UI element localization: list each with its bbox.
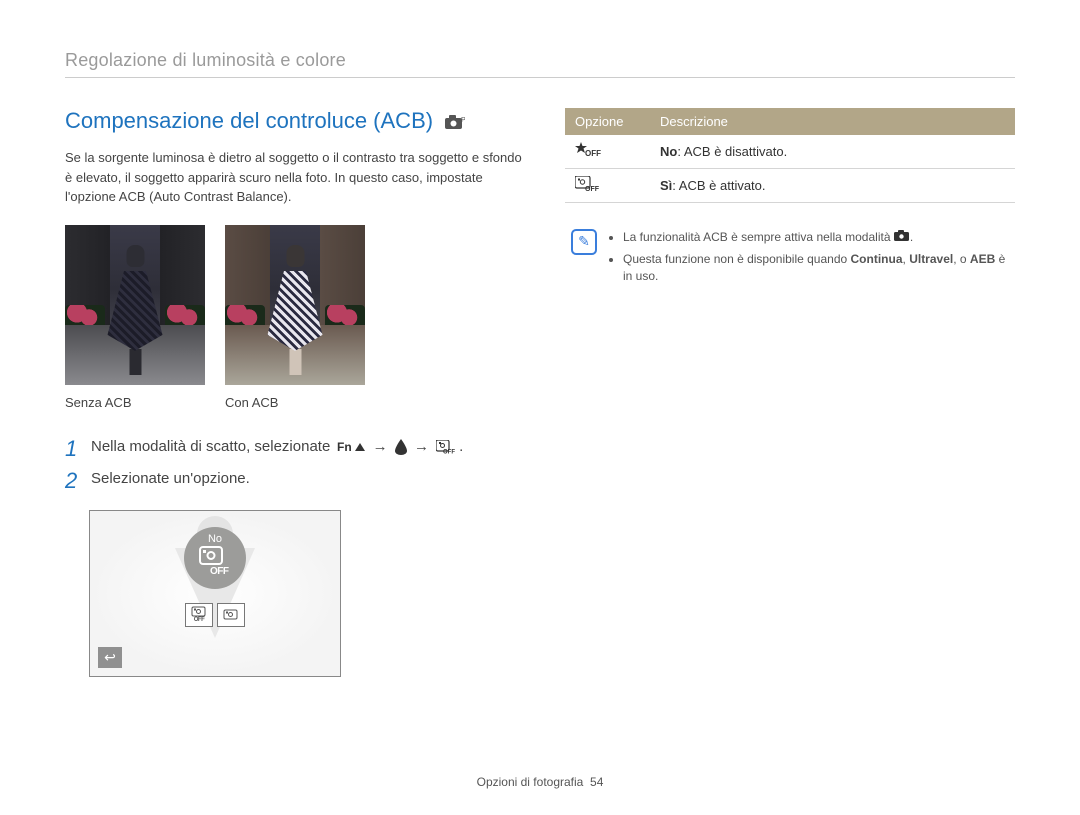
badge-label: No — [184, 533, 246, 545]
step-2-text: Selezionate un'opzione. — [91, 470, 250, 487]
note-1-pre: La funzionalità ACB è sempre attiva nell… — [623, 230, 894, 244]
cell-text: : ACB è disattivato. — [677, 144, 787, 159]
page-title: Compensazione del controluce (ACB) P — [65, 108, 525, 135]
note-2-b3: AEB — [970, 252, 995, 266]
step-number: 1 — [65, 438, 79, 460]
step-number: 2 — [65, 470, 79, 492]
caption-with-acb: Con ACB — [225, 395, 365, 410]
star-off-icon: OFF — [575, 142, 601, 161]
chiclet-off-label: OFF — [194, 617, 205, 623]
photo-without-acb — [65, 225, 205, 385]
steps-list: 1 Nella modalità di scatto, selezionate … — [65, 438, 525, 492]
svg-text:OFF: OFF — [210, 566, 229, 575]
heading-text: Compensazione del controluce (ACB) — [65, 108, 433, 133]
intro-text: Se la sorgente luminosa è dietro al sogg… — [65, 148, 525, 207]
option-chiclets: OFF — [185, 603, 245, 627]
note-box: ✎ La funzionalità ACB è sempre attiva ne… — [565, 229, 1015, 289]
table-row: OFF No: ACB è disattivato. — [565, 135, 1015, 169]
note-1-post: . — [910, 230, 913, 244]
drop-icon — [392, 438, 410, 455]
chiclet-off[interactable]: OFF — [185, 603, 213, 627]
svg-text:Fn: Fn — [337, 440, 352, 454]
note-2-b1: Continua — [851, 252, 903, 266]
running-head: Regolazione di luminosità e colore — [65, 50, 1015, 78]
svg-text:OFF: OFF — [443, 450, 455, 455]
fn-up-icon: Fn — [334, 438, 368, 455]
camera-screen-preview: No OFF OFF — [89, 510, 341, 677]
chiclet-on[interactable] — [217, 603, 245, 627]
cell-text: : ACB è attivato. — [672, 178, 765, 193]
note-2-pre: Questa funzione non è disponibile quando — [623, 252, 851, 266]
footer-section: Opzioni di fotografia — [477, 775, 584, 789]
caption-without-acb: Senza ACB — [65, 395, 205, 410]
options-table: Opzione Descrizione OFF No: ACB è disatt… — [565, 108, 1015, 203]
camera-mode-p-icon: P — [445, 109, 465, 135]
step-1-text-prefix: Nella modalità di scatto, selezionate — [91, 438, 334, 455]
left-column: Compensazione del controluce (ACB) P Se … — [65, 108, 525, 677]
step-2: 2 Selezionate un'opzione. — [65, 470, 525, 492]
svg-text:P: P — [461, 117, 465, 124]
example-photos: Senza ACB Con ACB — [65, 225, 525, 410]
cell-bold: Sì — [660, 178, 672, 193]
footer-page-number: 54 — [590, 775, 603, 789]
note-bullet-2: Questa funzione non è disponibile quando… — [623, 251, 1009, 286]
note-2-b2: Ultravel — [909, 252, 953, 266]
cell-bold: No — [660, 144, 677, 159]
right-column: Opzione Descrizione OFF No: ACB è disatt… — [565, 108, 1015, 677]
note-bullet-1: La funzionalità ACB è sempre attiva nell… — [623, 229, 1009, 247]
step-1-text-suffix: . — [459, 438, 463, 455]
acb-off-icon: OFF — [433, 438, 459, 455]
th-option: Opzione — [565, 108, 650, 135]
photo-with-acb — [225, 225, 365, 385]
svg-text:OFF: OFF — [585, 186, 600, 192]
step-1: 1 Nella modalità di scatto, selezionate … — [65, 438, 525, 460]
table-row: OFF Sì: ACB è attivato. — [565, 169, 1015, 203]
svg-text:OFF: OFF — [585, 149, 601, 158]
note-2-post2: , o — [953, 252, 970, 266]
acb-off-icon: OFF — [575, 176, 601, 195]
acb-state-badge: No OFF — [184, 527, 246, 589]
camera-icon — [894, 229, 910, 246]
back-button[interactable]: ↩ — [98, 647, 122, 668]
page-footer: Opzioni di fotografia 54 — [0, 775, 1080, 789]
note-icon: ✎ — [571, 229, 597, 255]
th-description: Descrizione — [650, 108, 1015, 135]
